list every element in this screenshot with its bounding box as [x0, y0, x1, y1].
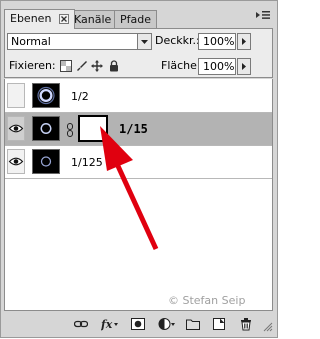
svg-text:fx: fx: [101, 318, 113, 331]
resize-grip-icon[interactable]: [263, 322, 273, 332]
group-folder-icon[interactable]: [186, 317, 200, 331]
adjustment-layer-icon[interactable]: [158, 317, 176, 331]
fx-icon[interactable]: fx: [100, 317, 119, 331]
tab-label: Ebenen: [10, 12, 52, 25]
tab-ebenen[interactable]: Ebenen: [4, 9, 75, 29]
layers-panel: Ebenen Kanäle Pfade Normal Deckkr.: 100%…: [0, 0, 278, 338]
annotation-arrow: [100, 126, 159, 251]
link-icon[interactable]: [73, 317, 89, 331]
new-layer-icon[interactable]: [212, 317, 226, 331]
trash-icon[interactable]: [239, 317, 253, 331]
close-icon[interactable]: [58, 13, 69, 24]
panel-footer: fx: [4, 312, 273, 336]
add-mask-icon[interactable]: [131, 317, 145, 331]
watermark: © Stefan Seip: [168, 294, 246, 307]
